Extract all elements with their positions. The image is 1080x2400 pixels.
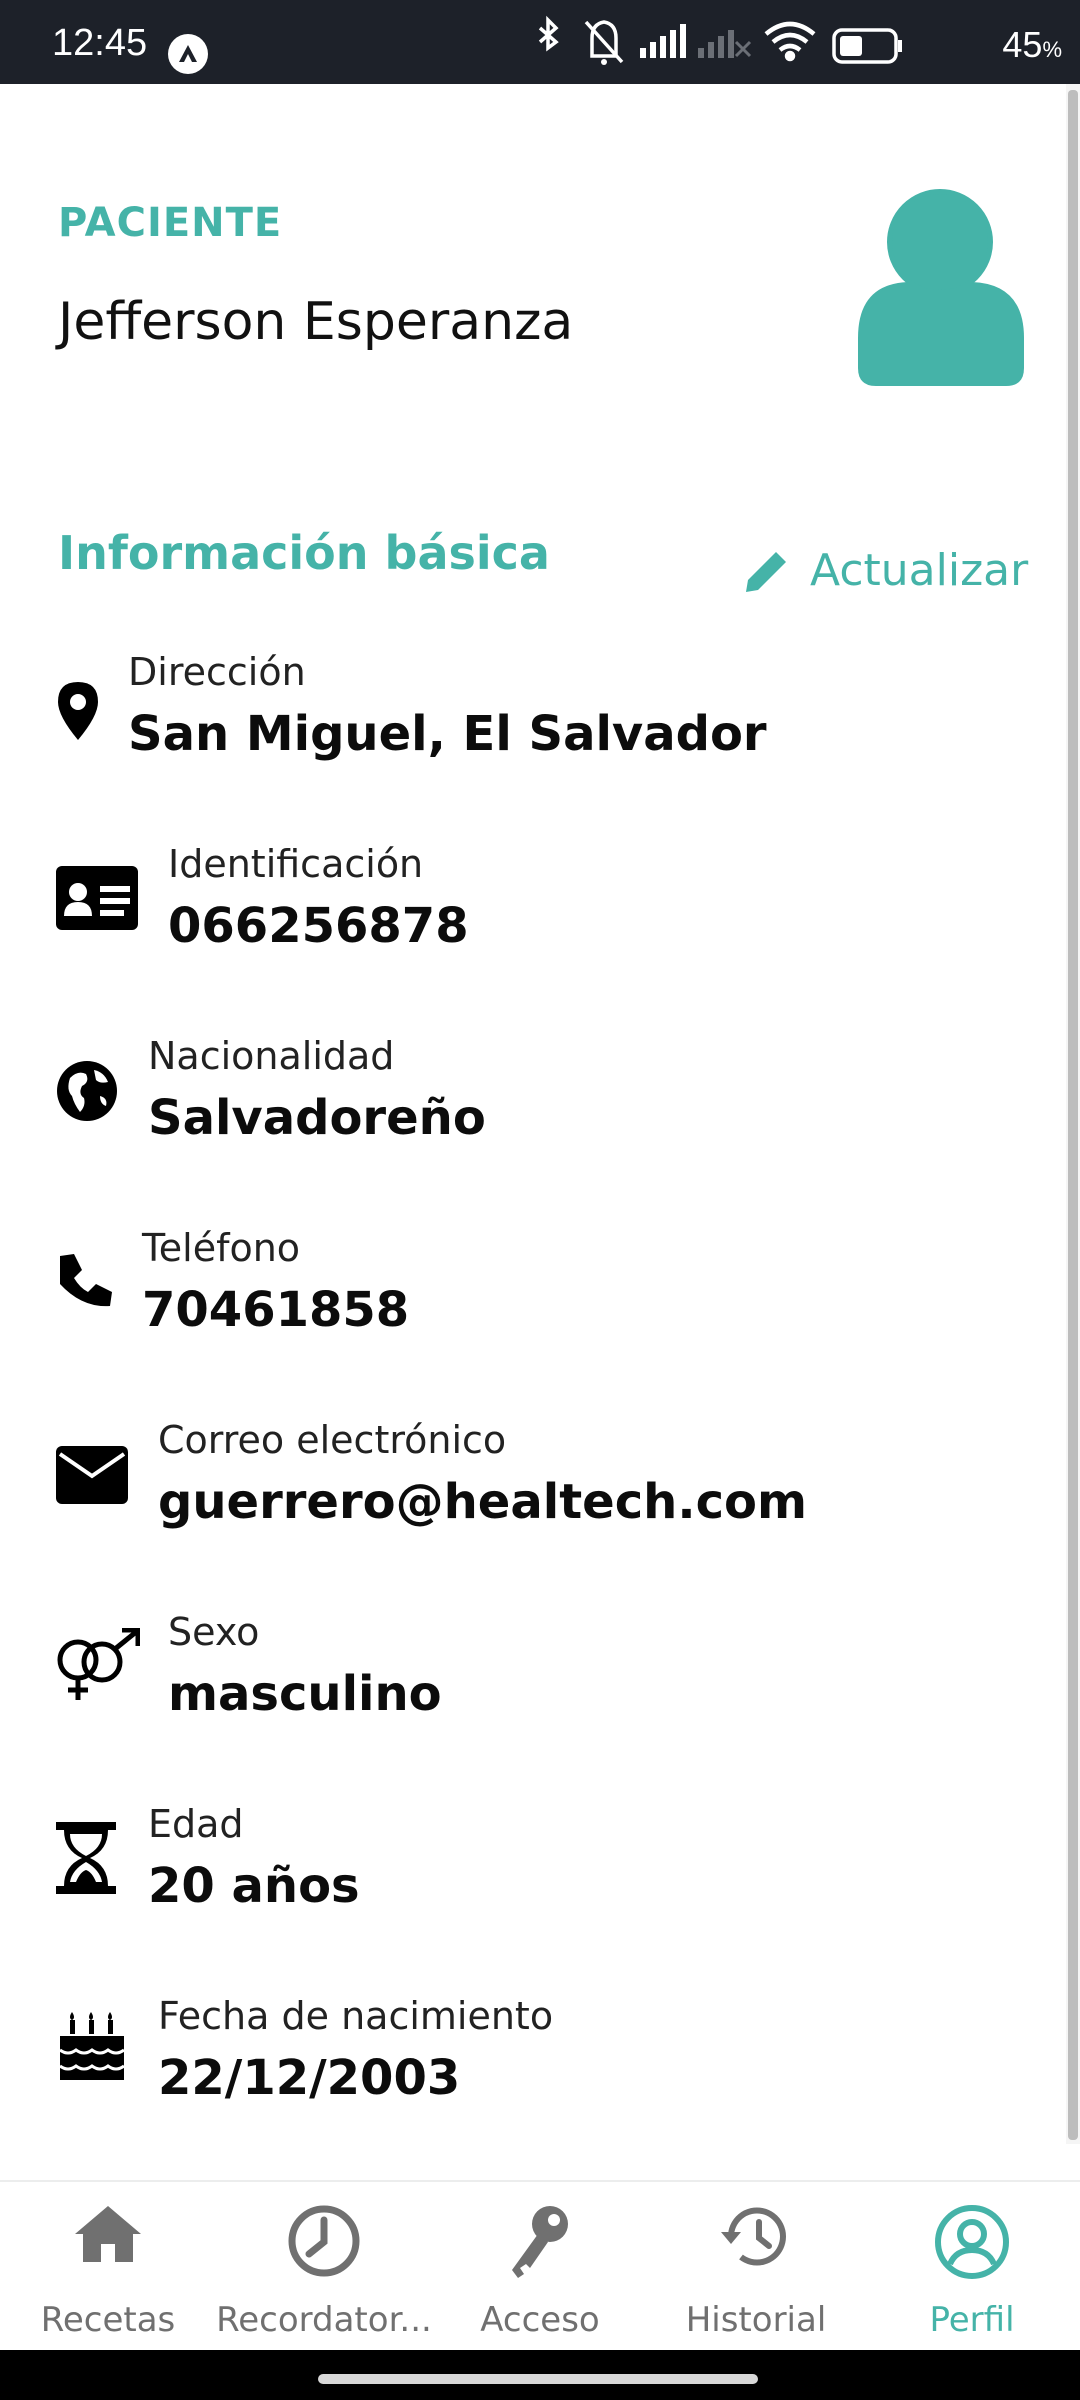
info-label: Correo electrónico: [158, 1418, 507, 1462]
nav-label: Perfil: [929, 2300, 1015, 2340]
bluetooth-icon: [538, 15, 559, 52]
nav-label: Historial: [685, 2300, 827, 2340]
app-notification-icon: [168, 34, 208, 74]
clock-time: 12:45: [52, 22, 148, 64]
mute-icon: [584, 20, 624, 65]
pencil-icon: [746, 546, 792, 592]
info-value: masculino: [168, 1666, 442, 1722]
info-value: Salvadoreño: [148, 1090, 486, 1146]
info-label: Teléfono: [142, 1226, 301, 1270]
battery-icon: [832, 28, 902, 64]
key-icon: [512, 2206, 568, 2278]
wifi-icon: [764, 21, 816, 62]
clock-icon: [288, 2205, 360, 2277]
status-bar: 12:45 45%: [0, 0, 1080, 84]
info-label: Dirección: [128, 650, 306, 694]
info-row-edad: Edad 20 años: [56, 1802, 1036, 1942]
role-label: PACIENTE: [58, 200, 283, 246]
bottom-navigation: Recetas Recordator... Acceso Historial P…: [0, 2180, 1080, 2352]
info-label: Nacionalidad: [148, 1034, 395, 1078]
nav-historial[interactable]: Historial: [648, 2182, 864, 2352]
info-value: San Miguel, El Salvador: [128, 706, 767, 762]
info-value: 066256878: [168, 898, 469, 954]
section-title: Información básica: [58, 526, 550, 580]
patient-name: Jefferson Esperanza: [58, 292, 574, 352]
nav-recetas[interactable]: Recetas: [0, 2182, 216, 2352]
info-value: 20 años: [148, 1858, 360, 1914]
nav-perfil[interactable]: Perfil: [864, 2182, 1080, 2352]
info-row-direccion: Dirección San Miguel, El Salvador: [56, 650, 1036, 790]
update-button[interactable]: Actualizar: [742, 540, 1028, 600]
info-row-telefono: Teléfono 70461858: [56, 1226, 1036, 1366]
id-card-icon: [56, 866, 138, 930]
profile-icon: [935, 2205, 1009, 2279]
hourglass-icon: [56, 1822, 116, 1894]
history-icon: [721, 2207, 786, 2266]
battery-percent: 45%: [1002, 24, 1062, 65]
nav-label: Acceso: [480, 2300, 600, 2340]
scrollbar-thumb[interactable]: [1068, 90, 1078, 2140]
person-icon: [858, 188, 1024, 386]
info-label: Sexo: [168, 1610, 260, 1654]
info-value: guerrero@healtech.com: [158, 1474, 808, 1530]
gender-icon: [57, 1628, 140, 1700]
home-icon: [75, 2206, 141, 2262]
nav-label: Recordator...: [216, 2300, 432, 2340]
nav-acceso[interactable]: Acceso: [432, 2182, 648, 2352]
home-gesture-bar[interactable]: [318, 2374, 758, 2384]
info-label: Fecha de nacimiento: [158, 1994, 554, 2038]
nav-recordatorios[interactable]: Recordator...: [216, 2182, 432, 2352]
update-label: Actualizar: [810, 544, 1029, 596]
info-value: 70461858: [142, 1282, 410, 1338]
info-label: Edad: [148, 1802, 244, 1846]
signal-icon: [640, 24, 686, 58]
info-label: Identificación: [168, 842, 424, 886]
info-row-identificacion: Identificación 066256878: [56, 842, 1036, 982]
info-row-nacionalidad: Nacionalidad Salvadoreño: [56, 1034, 1036, 1174]
map-pin-icon: [58, 682, 98, 740]
nav-label: Recetas: [40, 2300, 176, 2340]
info-value: 22/12/2003: [158, 2050, 461, 2106]
info-row-fecha-nacimiento: Fecha de nacimiento 22/12/2003: [56, 1994, 1036, 2134]
signal-x-icon: [698, 30, 752, 58]
globe-icon: [57, 1061, 117, 1121]
info-row-sexo: Sexo masculino: [56, 1610, 1036, 1750]
birthday-cake-icon: [59, 2012, 125, 2080]
envelope-icon: [56, 1446, 128, 1504]
info-row-correo: Correo electrónico guerrero@healtech.com: [56, 1418, 1036, 1558]
phone-icon: [60, 1254, 112, 1307]
